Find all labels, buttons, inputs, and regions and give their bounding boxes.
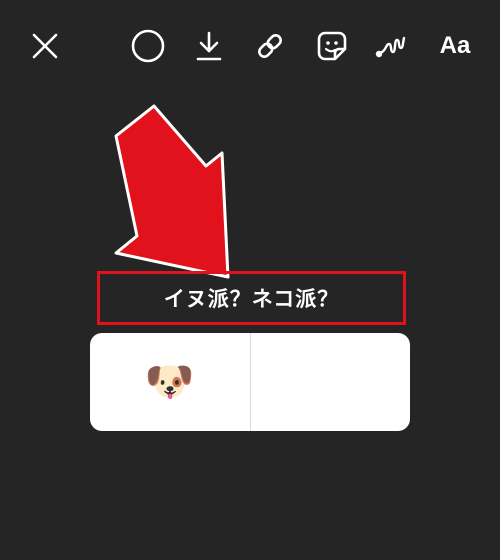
circle-icon [131, 29, 165, 63]
text-tool-label: Aa [439, 32, 471, 59]
sticker-icon [317, 31, 347, 61]
poll-option-dog[interactable]: 🐶 [90, 333, 250, 431]
close-button[interactable] [23, 24, 67, 68]
link-button[interactable] [248, 24, 292, 68]
sticker-button[interactable] [310, 24, 354, 68]
draw-button[interactable] [369, 24, 413, 68]
squiggle-draw-icon [375, 36, 406, 58]
poll-options-card: 🐶 😸 [90, 333, 410, 431]
close-icon [32, 33, 58, 59]
download-icon [196, 31, 222, 61]
grinning-cat-emoji: 😸 [309, 359, 352, 405]
poll-option-cat[interactable]: 😸 [251, 333, 411, 431]
poll-question[interactable]: イヌ派？ネコ派？ [97, 271, 406, 325]
dog-face-emoji: 🐶 [144, 359, 195, 405]
text-tool-button[interactable]: Aa [430, 24, 480, 68]
download-button[interactable] [187, 24, 231, 68]
poll-question-text: イヌ派？ネコ派？ [163, 287, 340, 311]
shape-tool-button[interactable] [126, 24, 170, 68]
link-icon [258, 34, 282, 58]
